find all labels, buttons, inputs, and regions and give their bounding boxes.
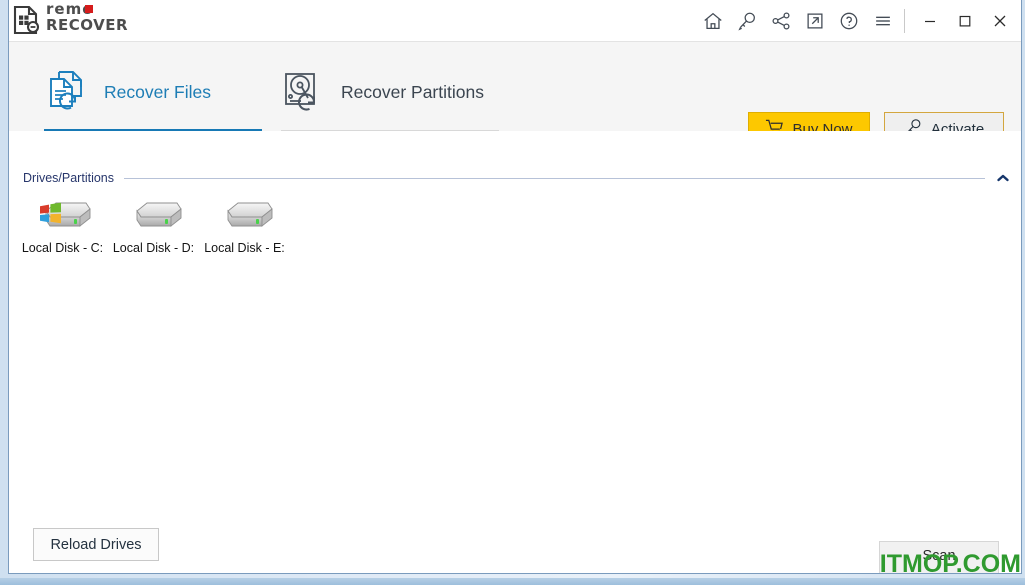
title-bar-actions <box>696 0 1017 41</box>
chevron-up-icon[interactable] <box>995 170 1011 186</box>
home-icon[interactable] <box>696 2 730 40</box>
hard-drive-icon <box>125 196 183 236</box>
share-icon[interactable] <box>764 2 798 40</box>
hard-drive-windows-icon <box>34 196 92 236</box>
drive-label: Local Disk - E: <box>204 241 285 255</box>
files-refresh-icon <box>44 68 90 116</box>
key-icon[interactable] <box>730 2 764 40</box>
application-window: remo RECOVER Recover Files Recover Parti… <box>8 0 1022 574</box>
tab-recover-partitions-label: Recover Partitions <box>341 82 484 102</box>
section-divider-rule <box>124 177 985 179</box>
app-logo: remo RECOVER <box>12 2 158 36</box>
main-content: Drives/Partitions Local Disk - C: Local … <box>9 131 1021 573</box>
tab-recover-files-label: Recover Files <box>104 82 211 102</box>
drive-list: Local Disk - C: Local Disk - D: Local Di… <box>17 193 290 255</box>
drives-section-header: Drives/Partitions <box>23 169 1011 187</box>
disk-refresh-icon <box>281 68 327 116</box>
tab-strip: Recover Files Recover Partitions Buy Now… <box>9 41 1021 146</box>
help-icon[interactable] <box>832 2 866 40</box>
drive-item-e[interactable]: Local Disk - E: <box>199 193 290 255</box>
drives-section-title: Drives/Partitions <box>23 171 114 185</box>
titlebar-divider <box>904 8 905 33</box>
drive-item-d[interactable]: Local Disk - D: <box>108 193 199 255</box>
logo-red-square <box>85 5 93 13</box>
drive-item-c[interactable]: Local Disk - C: <box>17 193 108 255</box>
close-button[interactable] <box>982 2 1017 40</box>
taskbar-edge <box>385 580 507 585</box>
title-bar: remo RECOVER <box>9 0 1021 41</box>
app-logo-wordmark: remo RECOVER <box>46 2 158 36</box>
document-refresh-icon <box>12 5 40 35</box>
drive-label: Local Disk - D: <box>112 241 195 255</box>
reload-drives-label: Reload Drives <box>50 536 142 553</box>
logo-line-recover: RECOVER <box>46 16 129 34</box>
hard-drive-icon <box>216 196 274 236</box>
drive-label: Local Disk - C: <box>21 241 104 255</box>
minimize-button[interactable] <box>912 2 947 40</box>
maximize-button[interactable] <box>947 2 982 40</box>
watermark: ITMOP.COM <box>879 550 1021 578</box>
external-link-icon[interactable] <box>798 2 832 40</box>
tab-recover-partitions[interactable]: Recover Partitions <box>281 54 499 132</box>
tab-recover-files[interactable]: Recover Files <box>44 54 262 132</box>
hamburger-menu-icon[interactable] <box>866 2 900 40</box>
reload-drives-button[interactable]: Reload Drives <box>33 528 159 561</box>
window-frame: remo RECOVER Recover Files Recover Parti… <box>0 0 1025 585</box>
